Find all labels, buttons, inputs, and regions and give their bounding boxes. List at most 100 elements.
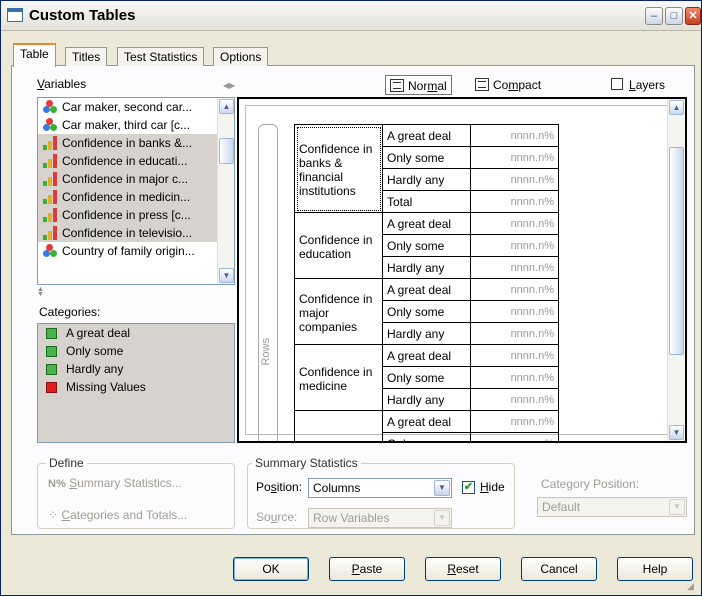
maximize-button[interactable]: □ — [665, 7, 683, 25]
hide-label[interactable]: Hide — [480, 480, 505, 494]
category-item[interactable]: Only some — [38, 342, 234, 360]
scroll-thumb[interactable] — [669, 147, 684, 355]
source-select[interactable]: Row Variables ▼ — [308, 508, 452, 528]
row-group-label[interactable]: Confidence in — [294, 410, 383, 441]
tab-titles[interactable]: Titles — [65, 47, 108, 66]
table-row: Confidence inA great dealnnnn.n% — [294, 410, 559, 441]
category-cell[interactable]: A great deal — [382, 344, 471, 367]
table-row: Confidence in medicine A great deal nnnn.n… — [294, 344, 559, 411]
variable-item[interactable]: Car maker, third car [c... — [38, 116, 234, 134]
category-cell[interactable]: A great deal — [382, 278, 471, 301]
value-cell[interactable]: nnnn.n% — [470, 124, 559, 147]
summary-statistics-button[interactable]: N% Summary Statistics... — [48, 476, 182, 490]
category-item[interactable]: A great deal — [38, 324, 234, 342]
category-cell[interactable]: Hardly any — [382, 322, 471, 345]
resize-grip-icon[interactable]: ◢ — [687, 581, 699, 593]
reset-button[interactable]: Reset — [425, 557, 501, 581]
category-cell[interactable]: A great deal — [382, 212, 471, 235]
chevron-down-icon[interactable]: ▼ — [669, 499, 685, 515]
value-cell[interactable]: nnnn.n% — [470, 256, 559, 279]
category-item[interactable]: Missing Values — [38, 378, 234, 396]
valid-category-icon — [46, 364, 57, 375]
row-group-label[interactable]: Confidence in banks & financial institut… — [294, 124, 383, 213]
category-cell[interactable]: Only some — [382, 146, 471, 169]
missing-values-icon — [46, 382, 57, 393]
splitter-arrows-icon[interactable]: ◀▶ — [223, 81, 235, 90]
value-cell[interactable]: nnnn.n% — [470, 300, 559, 323]
value-cell[interactable]: nnnn.n% — [470, 278, 559, 301]
category-cell[interactable]: Only some — [382, 432, 471, 441]
category-cell[interactable]: Hardly any — [382, 168, 471, 191]
variable-item[interactable]: Confidence in banks &... — [38, 134, 234, 152]
value-cell[interactable]: nnnn.n% — [470, 146, 559, 169]
scroll-down-arrow-icon[interactable]: ▼ — [669, 425, 684, 440]
category-cell[interactable]: Total — [382, 190, 471, 213]
category-cell[interactable]: A great deal — [382, 124, 471, 147]
value-cell[interactable]: nnnn.n% — [470, 190, 559, 213]
categories-and-totals-icon: ⁘ — [48, 508, 59, 522]
categories-label: Categories: — [39, 305, 101, 319]
category-cell[interactable]: Only some — [382, 300, 471, 323]
rows-drop-zone[interactable] — [258, 124, 278, 441]
normal-view-button[interactable]: Normal — [385, 75, 452, 95]
row-group-label[interactable]: Confidence in medicine — [294, 344, 383, 411]
help-button[interactable]: Help — [617, 557, 693, 581]
row-group-label[interactable]: Confidence in education — [294, 212, 383, 279]
compact-view-button[interactable]: Compact — [471, 75, 545, 95]
tab-options[interactable]: Options — [213, 47, 269, 66]
category-position-select[interactable]: Default ▼ — [537, 497, 687, 517]
value-cell[interactable]: nnnn.n% — [470, 410, 559, 433]
value-cell[interactable]: nnnn.n% — [470, 234, 559, 257]
categories-list[interactable]: A great deal Only some Hardly any Missin… — [37, 323, 235, 443]
value-cell[interactable]: nnnn.n% — [470, 388, 559, 411]
close-button[interactable]: ✕ — [685, 7, 701, 25]
value-cell[interactable]: nnnn.n% — [470, 168, 559, 191]
category-cell[interactable]: Hardly any — [382, 388, 471, 411]
cancel-button[interactable]: Cancel — [521, 557, 597, 581]
variables-list[interactable]: Car maker, second car... Car maker, third… — [37, 97, 235, 285]
value-cell[interactable]: nnnn.n% — [470, 344, 559, 367]
rows-label: Rows — [260, 338, 272, 366]
row-group-label[interactable]: Confidence in major companies — [294, 278, 383, 345]
category-cell[interactable]: Only some — [382, 234, 471, 257]
value-cell[interactable]: nnnn.n% — [470, 432, 559, 441]
categories-and-totals-button[interactable]: ⁘ Categories and Totals... — [48, 508, 187, 522]
chevron-down-icon[interactable]: ▼ — [434, 480, 450, 496]
scroll-up-arrow-icon[interactable]: ▲ — [669, 100, 684, 115]
tab-table[interactable]: Table — [13, 43, 56, 67]
variable-item[interactable]: Confidence in major c... — [38, 170, 234, 188]
tab-test-statistics[interactable]: Test Statistics — [117, 47, 205, 66]
scroll-down-arrow-icon[interactable]: ▼ — [219, 268, 234, 283]
paste-button[interactable]: Paste — [329, 557, 405, 581]
scroll-thumb[interactable] — [219, 138, 234, 164]
variables-scrollbar[interactable]: ▲ ▼ — [217, 98, 234, 284]
table-canvas[interactable]: Rows Confidence in banks & financial ins… — [237, 97, 687, 443]
value-cell[interactable]: nnnn.n% — [470, 322, 559, 345]
category-item[interactable]: Hardly any — [38, 360, 234, 378]
table-preview-area: Rows Confidence in banks & financial ins… — [245, 105, 673, 441]
category-cell[interactable]: A great deal — [382, 410, 471, 433]
preview-table: Confidence in banks & financial institut… — [294, 124, 559, 441]
scroll-up-arrow-icon[interactable]: ▲ — [219, 99, 234, 114]
summary-statistics-group: Summary Statistics Position: Columns ▼ ✔… — [247, 456, 515, 529]
category-cell[interactable]: Hardly any — [382, 256, 471, 279]
minimize-button[interactable]: – — [645, 7, 663, 25]
variable-item[interactable]: Confidence in televisio... — [38, 224, 234, 242]
variable-item[interactable]: Confidence in medicin... — [38, 188, 234, 206]
variable-item[interactable]: Confidence in press [c... — [38, 206, 234, 224]
canvas-scrollbar[interactable]: ▲ ▼ — [667, 99, 685, 441]
category-cell[interactable]: Only some — [382, 366, 471, 389]
variable-item[interactable]: Car maker, second car... — [38, 98, 234, 116]
ok-button[interactable]: OK — [233, 557, 309, 581]
position-select[interactable]: Columns ▼ — [308, 478, 452, 498]
value-cell[interactable]: nnnn.n% — [470, 366, 559, 389]
hide-checkbox[interactable]: ✔ — [462, 481, 475, 494]
splitter-handle-icon[interactable]: ▲ ▼ — [37, 286, 45, 298]
chevron-down-icon[interactable]: ▼ — [434, 510, 450, 526]
valid-category-icon — [46, 346, 57, 357]
value-cell[interactable]: nnnn.n% — [470, 212, 559, 235]
variable-item[interactable]: Confidence in educati... — [38, 152, 234, 170]
layers-button[interactable]: Layers — [607, 75, 669, 95]
variable-item[interactable]: Country of family origin... — [38, 242, 234, 260]
table-row: Confidence in education A great deal nnnn.… — [294, 212, 559, 279]
